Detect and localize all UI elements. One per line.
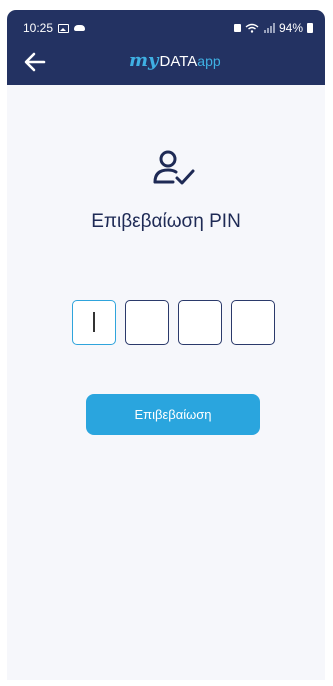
app-header: my DATA app xyxy=(7,39,325,85)
status-time: 10:25 xyxy=(23,21,54,35)
pin-confirm-content: Επιβεβαίωση PIN Επιβεβαίωση xyxy=(7,85,325,680)
logo-data: DATA xyxy=(159,53,198,70)
page-title: Επιβεβαίωση PIN xyxy=(91,211,241,232)
status-right: 94% xyxy=(233,21,313,35)
pin-digit-4[interactable] xyxy=(231,300,275,345)
battery-percent: 94% xyxy=(278,21,303,35)
battery-icon xyxy=(307,23,313,33)
confirm-button[interactable]: Επιβεβαίωση xyxy=(86,394,260,435)
wifi-icon xyxy=(245,23,259,33)
logo-my: my xyxy=(129,50,159,71)
signal-icon xyxy=(263,23,275,33)
back-arrow-icon[interactable] xyxy=(22,50,48,74)
gallery-notification-icon xyxy=(58,23,70,33)
status-left: 10:25 xyxy=(23,21,86,35)
text-cursor xyxy=(93,312,95,332)
pin-digit-3[interactable] xyxy=(178,300,222,345)
pin-input-group xyxy=(72,300,275,345)
user-check-icon xyxy=(153,150,195,185)
lock-icon xyxy=(233,24,241,32)
pin-digit-2[interactable] xyxy=(125,300,169,345)
app-logo: my DATA app xyxy=(129,50,221,72)
logo-app: app xyxy=(197,53,221,69)
cloud-notification-icon xyxy=(74,25,86,31)
